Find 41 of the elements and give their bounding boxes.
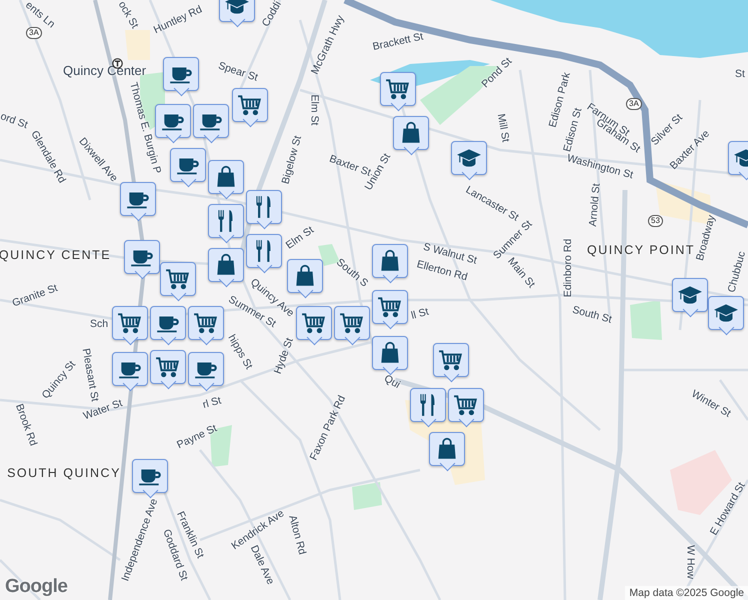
area-label: SOUTH QUINCY <box>7 466 121 480</box>
street-label: Bigelow St <box>280 134 304 186</box>
street-label: Brackett St <box>372 32 424 52</box>
street-label: Hyde St <box>272 336 296 376</box>
street-label: Mill St <box>495 113 511 143</box>
street-label: Elm St <box>308 94 320 126</box>
street-label: South St <box>571 304 613 326</box>
street-label: ock St <box>116 0 140 30</box>
street-label: Brook Rd <box>14 402 38 448</box>
street-label: Payne St <box>175 423 219 451</box>
street-label: ll St <box>410 306 430 322</box>
street-label: Granite St <box>11 282 59 310</box>
street-label: Edison St <box>562 106 584 154</box>
station-label: Quincy Center <box>63 64 146 77</box>
route-shield: 3A <box>626 98 642 110</box>
street-label: ord St <box>0 111 29 131</box>
area-label: QUINCY POINT <box>586 244 696 256</box>
grocery-pin[interactable] <box>433 343 469 385</box>
street-label: Arnold St <box>588 183 602 227</box>
street-label: Thomas E. Burgin P <box>128 81 162 175</box>
street-label: Pleasant St <box>80 348 100 402</box>
street-label: W How <box>684 545 696 579</box>
cafe-pin[interactable] <box>193 104 229 146</box>
street-label: Alton Rd <box>286 514 308 556</box>
park-area <box>630 300 662 340</box>
street-label: Edinboro Rd <box>562 238 574 298</box>
google-logo: Google <box>5 576 68 598</box>
street-label: St <box>735 68 745 80</box>
street-label: rl St <box>202 396 222 410</box>
street-label: Elm St <box>284 224 316 252</box>
route-shield: 53 <box>648 215 663 227</box>
park-area <box>352 482 382 510</box>
restaurant-pin[interactable] <box>208 204 244 246</box>
map-attribution: Map data ©2025 Google <box>625 586 748 600</box>
street-label: Sch <box>90 318 108 330</box>
route-shield: 3A <box>26 27 42 39</box>
street-label: Ellerton Rd <box>416 259 468 283</box>
street-label: Spear St <box>216 60 260 84</box>
street-label: Qui <box>382 373 402 391</box>
commercial-area <box>125 30 150 60</box>
street-label: Chubbuc <box>726 250 748 294</box>
